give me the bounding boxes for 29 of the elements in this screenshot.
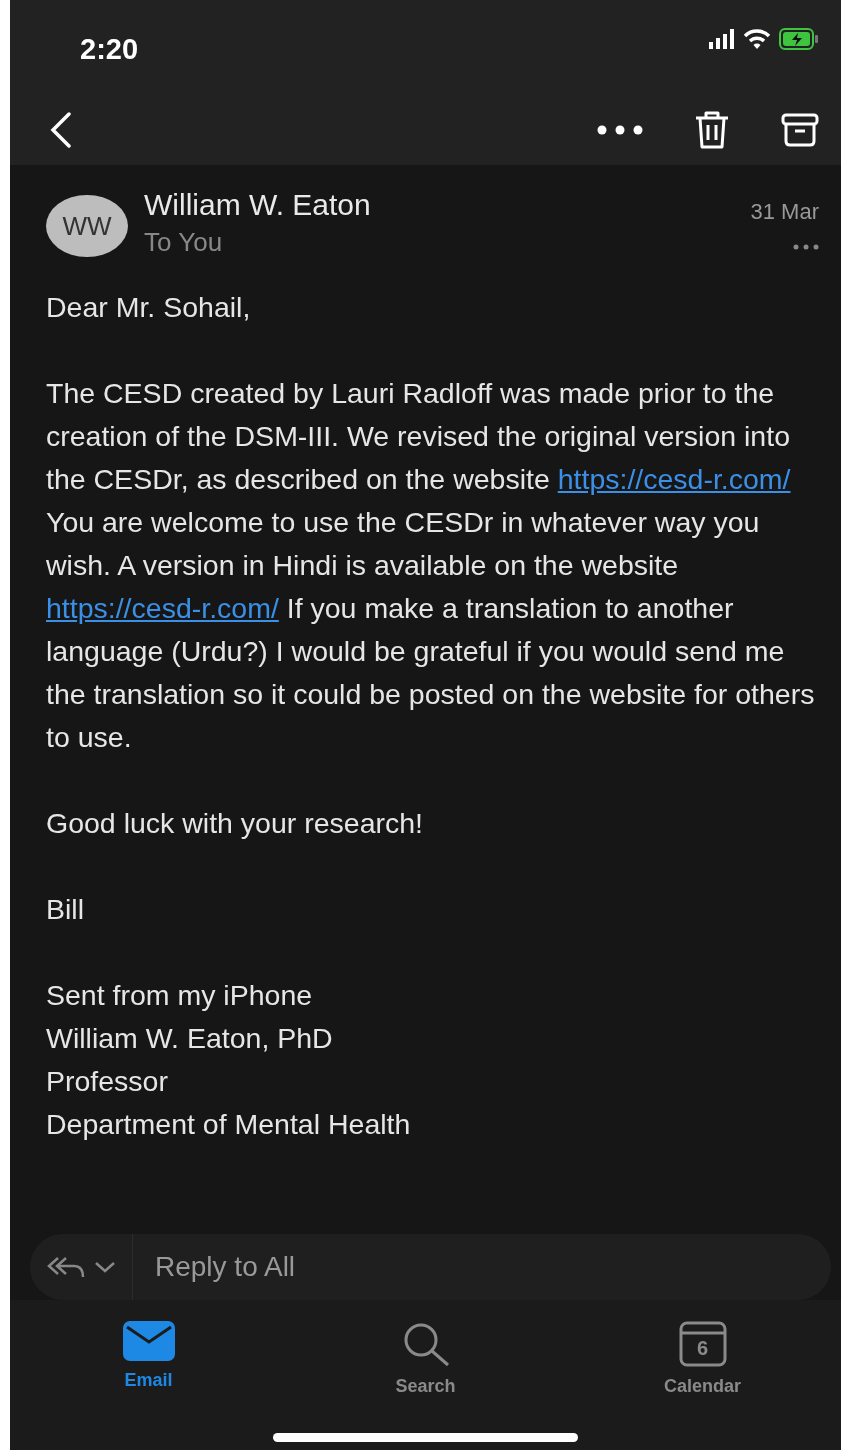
tab-button[interactable]: 6 Calendar <box>602 1320 803 1401</box>
signature-line: Department of Mental Health <box>46 1107 412 1142</box>
status-time: 2:20 <box>80 32 139 67</box>
website-link[interactable]: https://cesd-r.com/ <box>46 592 279 624</box>
tab-button[interactable]: Email <box>48 1320 249 1395</box>
more-icon[interactable] <box>597 125 643 135</box>
reply-all-icon[interactable] <box>46 1255 86 1279</box>
sender-name: William W. Eaton <box>144 187 372 223</box>
avatar: WW <box>46 195 128 257</box>
signal-icon <box>709 29 735 49</box>
signature-line: Sent from my iPhone <box>46 978 314 1013</box>
chevron-down-icon[interactable] <box>94 1261 116 1273</box>
website-link[interactable]: https://cesd-r.com/ <box>557 463 791 495</box>
signature-line: Professor <box>46 1064 169 1099</box>
recipient-label: To You <box>144 226 224 259</box>
body-paragraph: Bill <box>46 892 85 927</box>
tab-button[interactable]: Search <box>325 1320 526 1401</box>
calendar-icon: 6 <box>678 1321 727 1367</box>
body-paragraph: Dear Mr. Sohail, <box>46 290 252 325</box>
battery-icon <box>779 28 819 50</box>
back-icon[interactable] <box>50 112 72 148</box>
body-paragraph: The CESD created by Lauri Radloff was made prior to the creation of the DSM-III. We revised the original version into the CESDr, as described on the website https://cesd-r.com/ You are welcome to use the CESDr in whatever way you wish. A version in Hindi is available on the website https://cesd-r.com/ If you make a translation to another language (Urdu?) I would be grateful if you would send me the translation so it could be posted on the website for others to use. <box>46 376 816 755</box>
trash-icon[interactable] <box>695 111 729 149</box>
date-label: 31 Mar <box>750 198 819 226</box>
envelope-icon <box>122 1321 175 1361</box>
signature-line: William W. Eaton, PhD <box>46 1021 334 1056</box>
archive-icon[interactable] <box>781 113 819 147</box>
wifi-icon <box>743 29 771 49</box>
body-paragraph: Good luck with your research! <box>46 806 424 841</box>
